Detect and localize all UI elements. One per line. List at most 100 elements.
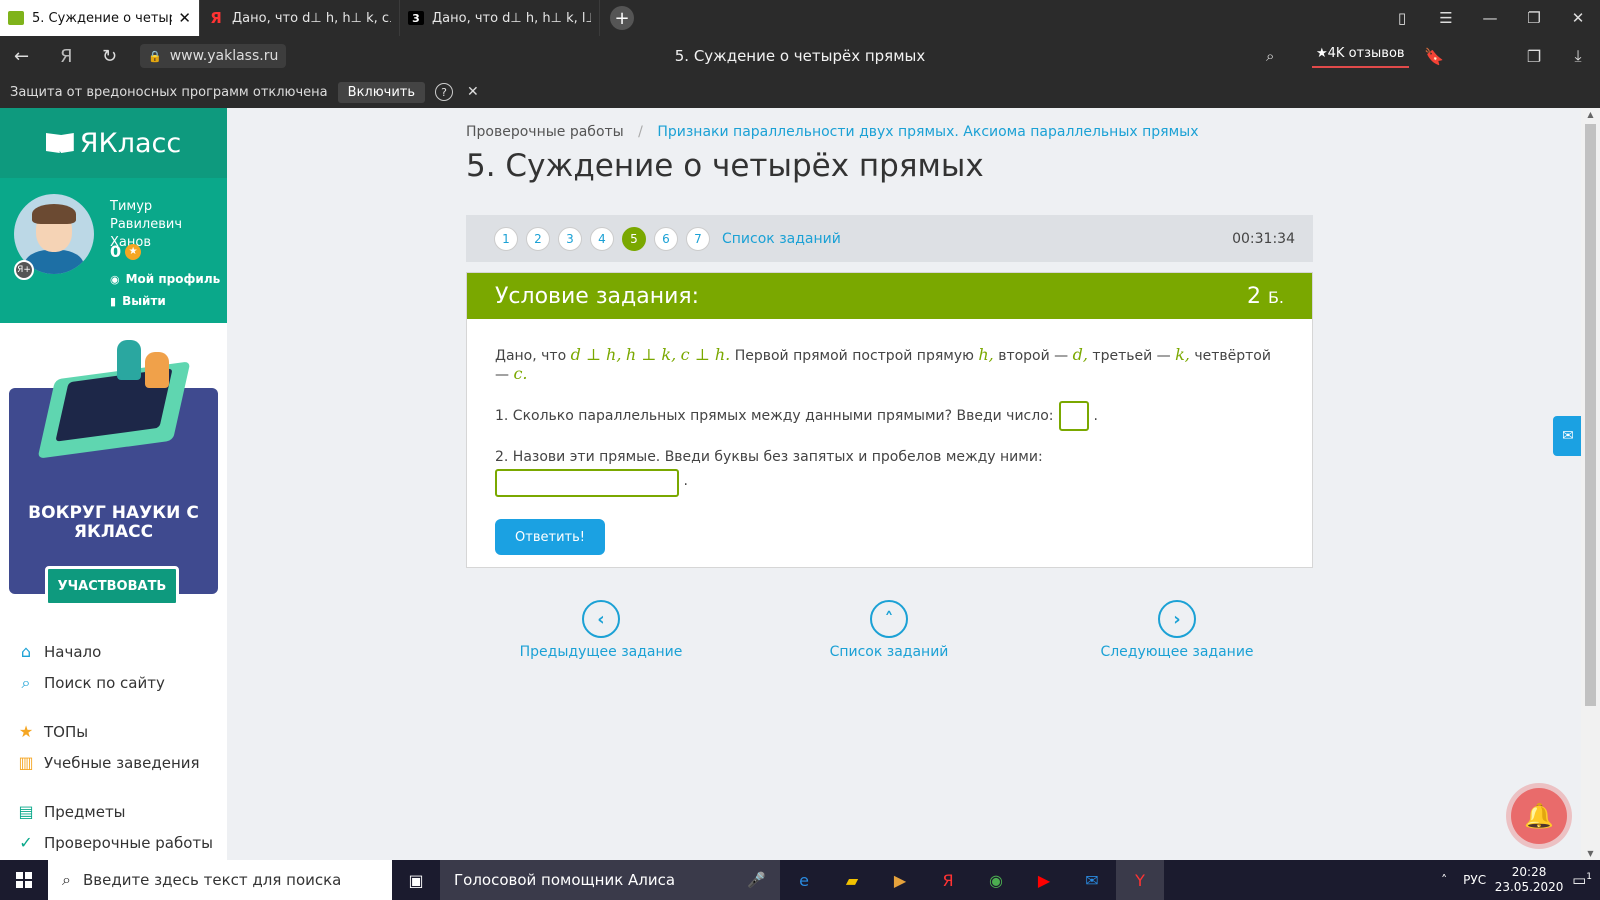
sidebar-item-tops[interactable]: ★ ТОПы — [0, 716, 227, 747]
scrollbar[interactable]: ▲ ▼ — [1581, 108, 1600, 860]
notification-bell-icon[interactable]: 🔔 — [1511, 788, 1567, 844]
feedback-mail-icon[interactable]: ✉ — [1553, 416, 1583, 456]
taskbar-search[interactable]: ⌕ Введите здесь текст для поиска — [48, 860, 392, 900]
tab-title: 5. Суждение о четырёх — [32, 10, 172, 26]
close-icon[interactable]: ✕ — [467, 84, 479, 100]
microphone-icon[interactable]: 🎤 — [747, 871, 766, 889]
alice-assistant[interactable]: Голосовой помощник Алиса 🎤 — [440, 860, 780, 900]
media-player-icon[interactable]: ▶ — [876, 860, 924, 900]
youtube-icon[interactable]: ▶ — [1020, 860, 1068, 900]
back-icon[interactable]: ← — [14, 36, 29, 76]
promo-kid-illustration — [145, 352, 169, 388]
sidebar-item-subjects[interactable]: ▤ Предметы — [0, 796, 227, 827]
window-controls: ▯ ☰ — ❐ ✕ — [1380, 0, 1600, 36]
bookmark-icon[interactable]: 🔖 — [1412, 47, 1456, 66]
task-view-icon[interactable]: ▣ — [392, 860, 440, 900]
enable-protection-button[interactable]: Включить — [337, 81, 426, 103]
scroll-down-icon[interactable]: ▼ — [1581, 849, 1600, 858]
plus-badge-icon: Я+ — [14, 260, 34, 280]
notification-count: 1 — [1586, 872, 1592, 882]
step-4[interactable]: 4 — [590, 226, 614, 251]
task-navigation: ‹ Предыдущее задание ˄ Список заданий › … — [466, 600, 1313, 670]
scrollbar-thumb[interactable] — [1585, 124, 1596, 706]
file-explorer-icon[interactable]: ▰ — [828, 860, 876, 900]
home-icon: ⌂ — [20, 642, 32, 661]
browser-tab[interactable]: Я Дано, что d⊥ h, h⊥ k, c⊥ h — [200, 0, 400, 36]
step-2[interactable]: 2 — [526, 226, 550, 251]
sidebar-item-home[interactable]: ⌂ Начало — [0, 636, 227, 667]
participate-button[interactable]: УЧАСТВОВАТЬ — [45, 566, 179, 606]
yaklass-logo[interactable]: ЯКласс — [0, 108, 227, 178]
minimize-icon[interactable]: — — [1468, 9, 1512, 27]
notifications-icon[interactable]: ▭1 — [1572, 871, 1592, 889]
protection-text: Защита от вредоносных программ отключена — [10, 84, 328, 100]
chrome-icon[interactable]: ◉ — [972, 860, 1020, 900]
mail-icon[interactable]: ✉ — [1068, 860, 1116, 900]
sidebar-item-tests[interactable]: ✓ Проверочные работы — [0, 827, 227, 858]
close-tab-icon[interactable]: ✕ — [178, 9, 191, 27]
task-list-nav-link[interactable]: ˄ Список заданий — [804, 600, 974, 660]
count-input[interactable] — [1059, 401, 1090, 431]
profile-link[interactable]: ◉ Мой профиль — [110, 272, 220, 286]
scroll-up-icon[interactable]: ▲ — [1581, 110, 1600, 119]
download-icon[interactable]: ⤓ — [1556, 46, 1600, 66]
reviews-badge[interactable]: ★4K отзывов — [1312, 44, 1409, 68]
question-2: 2. Назови эти прямые. Введи буквы без за… — [495, 449, 1284, 497]
coin-star-icon: ★ — [125, 243, 142, 260]
step-6[interactable]: 6 — [654, 226, 678, 251]
address-bar: ← Я ↻ 🔒 www.yaklass.ru 5. Суждение о чет… — [0, 36, 1600, 76]
step-3[interactable]: 3 — [558, 226, 582, 251]
protection-warning-bar: Защита от вредоносных программ отключена… — [0, 76, 1600, 108]
next-task-label: Следующее задание — [1100, 644, 1254, 660]
question-1: 1. Сколько параллельных прямых между дан… — [495, 401, 1284, 431]
collections-icon[interactable]: ❐ — [1512, 47, 1556, 66]
help-icon[interactable]: ? — [435, 83, 454, 101]
clock[interactable]: 20:28 23.05.2020 — [1494, 865, 1564, 895]
math-variable: d, — [1072, 345, 1088, 364]
task-list-link[interactable]: Список заданий — [722, 231, 841, 247]
bookmarks-panel-icon[interactable]: ▯ — [1380, 9, 1424, 27]
logout-link[interactable]: ▮ Выйти — [110, 294, 166, 308]
tray-expand-icon[interactable]: ˄ — [1441, 873, 1447, 887]
math-variable: c. — [513, 364, 528, 383]
restore-icon[interactable]: ❐ — [1512, 9, 1556, 27]
language-indicator[interactable]: РУС — [1463, 873, 1486, 887]
search-icon: ⌕ — [21, 672, 31, 692]
step-1[interactable]: 1 — [494, 226, 518, 251]
answer-button[interactable]: Ответить! — [495, 519, 605, 555]
url-field[interactable]: 🔒 www.yaklass.ru — [140, 44, 287, 68]
sidebar-item-label: Проверочные работы — [44, 833, 213, 852]
step-7[interactable]: 7 — [686, 226, 710, 251]
next-task-link[interactable]: › Следующее задание — [1092, 600, 1262, 660]
yandex-home-icon[interactable]: Я — [60, 36, 73, 76]
yandex-browser-icon[interactable]: Y — [1116, 860, 1164, 900]
step-5-active[interactable]: 5 — [622, 226, 646, 251]
close-window-icon[interactable]: ✕ — [1556, 9, 1600, 27]
browser-tab[interactable]: 3 Дано, что d⊥ h, h⊥ k, l⊥ h — [400, 0, 600, 36]
start-button[interactable] — [0, 860, 48, 900]
tab-title: Дано, что d⊥ h, h⊥ k, c⊥ h — [232, 10, 391, 26]
chevron-up-icon: ˄ — [870, 600, 908, 638]
star-icon: ★ — [18, 722, 34, 741]
sidebar-item-search[interactable]: ⌕ Поиск по сайту — [0, 667, 227, 698]
books-icon: ▤ — [18, 802, 34, 821]
menu-icon[interactable]: ☰ — [1424, 9, 1468, 27]
reload-icon[interactable]: ↻ — [102, 36, 117, 76]
yandex-icon[interactable]: Я — [924, 860, 972, 900]
letters-input[interactable] — [495, 469, 679, 497]
breadcrumb-topic-link[interactable]: Признаки параллельности двух прямых. Акс… — [657, 124, 1198, 140]
task-card: Условие задания: 2 Б. Дано, что d ⊥ h, h… — [466, 272, 1313, 568]
assistant-label: Голосовой помощник Алиса — [454, 871, 676, 889]
breadcrumb-root[interactable]: Проверочные работы — [466, 124, 624, 140]
search-icon: ⌕ — [62, 870, 71, 889]
main-content: Проверочные работы / Признаки параллельн… — [227, 108, 1581, 860]
page-heading: 5. Суждение о четырёх прямых — [466, 148, 984, 184]
edge-icon[interactable]: e — [780, 860, 828, 900]
clock-time: 20:28 — [1511, 865, 1547, 879]
browser-tab-active[interactable]: 5. Суждение о четырёх ✕ — [0, 0, 200, 36]
new-tab-button[interactable]: + — [610, 6, 634, 30]
prev-task-link[interactable]: ‹ Предыдущее задание — [516, 600, 686, 660]
sidebar-item-institutions[interactable]: ▥ Учебные заведения — [0, 747, 227, 778]
promo-banner[interactable]: ВОКРУГ НАУКИ С ЯКЛАСС УЧАСТВОВАТЬ — [9, 340, 218, 615]
search-icon[interactable]: ⌕ — [1266, 36, 1274, 76]
